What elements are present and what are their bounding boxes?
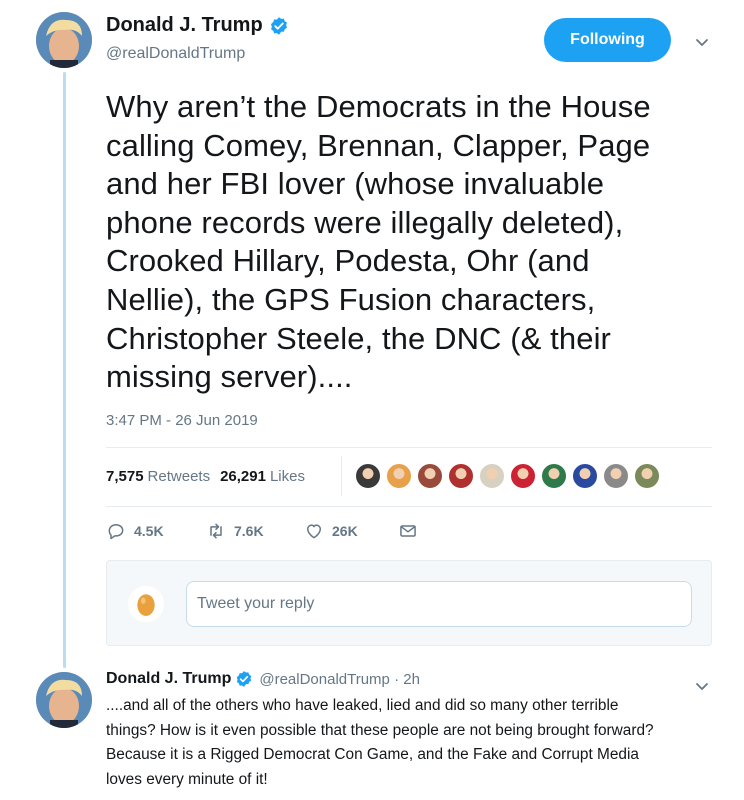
author-handle[interactable]: @realDonaldTrump [106, 45, 245, 63]
tweet-text-line: Because it is a Rigged Democrat Con Game… [106, 746, 639, 763]
reply-tweet-header: Donald J. Trump @realDonaldTrump · 2h [106, 670, 420, 688]
like-count: 26K [332, 523, 358, 539]
envelope-icon [400, 525, 416, 537]
tweet-text-line: phone records were illegally deleted), [106, 204, 624, 240]
tweet-text-line: loves every minute of it! [106, 770, 268, 788]
direct-message-action[interactable] [398, 521, 418, 541]
likes-count: 26,291 [220, 468, 266, 485]
tweet-text: Why aren’t the Democrats in the House ca… [106, 88, 706, 397]
retweets-label: Retweets [147, 468, 211, 485]
author-display-name[interactable]: Donald J. Trump [106, 14, 263, 37]
liker-avatar[interactable] [416, 462, 444, 490]
profile-photo-icon [36, 672, 92, 728]
liker-avatar[interactable] [509, 462, 537, 490]
liker-avatar[interactable] [354, 462, 382, 490]
tweet-text-line: and her FBI lover (whose invaluable [106, 166, 605, 202]
tweet-text-line: ....and all of the others who have leake… [106, 697, 619, 714]
retweet-count: 7.6K [234, 523, 264, 539]
tweet-text-line: Why aren’t the Democrats in the House [106, 89, 651, 124]
likes-label: Likes [269, 468, 305, 485]
thread-connector-line [63, 72, 66, 668]
tweet-actions: 4.5K 7.6K 26K [106, 521, 418, 541]
retweets-count: 7,575 [106, 468, 144, 485]
reply-tweet-text: ....and all of the others who have leake… [106, 694, 706, 792]
user-avatar [128, 586, 164, 622]
reply-count: 4.5K [134, 523, 164, 539]
heart-icon [307, 524, 321, 539]
tweet-text-line: missing server).... [106, 359, 353, 395]
profile-photo-icon [36, 12, 92, 68]
liker-avatar[interactable] [602, 462, 630, 490]
liker-avatar[interactable] [385, 462, 413, 490]
author-name-row: Donald J. Trump [106, 14, 289, 37]
retweet-action[interactable]: 7.6K [206, 521, 304, 541]
reply-action[interactable]: 4.5K [106, 521, 206, 541]
retweet-icon [210, 523, 222, 539]
tweet-timestamp[interactable]: 3:47 PM - 26 Jun 2019 [106, 412, 258, 429]
liker-avatar[interactable] [540, 462, 568, 490]
egg-avatar-icon [137, 594, 155, 616]
divider [106, 506, 712, 507]
tweet-text-line: Christopher Steele, the DNC (& their [106, 320, 611, 356]
reply-icon [108, 524, 124, 540]
verified-badge-icon [270, 16, 287, 35]
chevron-down-icon[interactable] [694, 678, 710, 694]
chevron-down-icon[interactable] [694, 34, 710, 50]
author-handle-and-time[interactable]: @realDonaldTrump · 2h [259, 671, 420, 688]
liker-avatar[interactable] [633, 462, 661, 490]
avatar[interactable] [36, 12, 92, 68]
stats-separator [341, 456, 342, 496]
verified-badge-icon [237, 671, 252, 687]
tweet-text-line: Nellie), the GPS Fusion characters, [106, 281, 596, 317]
like-action[interactable]: 26K [304, 521, 398, 541]
likes-stat[interactable]: 26,291 Likes [220, 468, 305, 485]
tweet-stats: 7,575 Retweets 26,291 Likes [106, 468, 305, 485]
liker-avatar[interactable] [478, 462, 506, 490]
retweets-stat[interactable]: 7,575 Retweets [106, 468, 210, 485]
tweet-text-line: things? How is it even possible that the… [106, 721, 654, 739]
reply-input[interactable] [186, 581, 692, 627]
tweet-text-line: Crooked Hillary, Podesta, Ohr (and [106, 243, 590, 279]
liker-avatar[interactable] [571, 462, 599, 490]
tweet-text-line: calling Comey, Brennan, Clapper, Page [106, 127, 651, 163]
author-display-name[interactable]: Donald J. Trump [106, 670, 231, 688]
avatar[interactable] [36, 672, 92, 728]
following-button[interactable]: Following [544, 18, 671, 62]
liker-avatar[interactable] [447, 462, 475, 490]
divider [106, 447, 712, 448]
